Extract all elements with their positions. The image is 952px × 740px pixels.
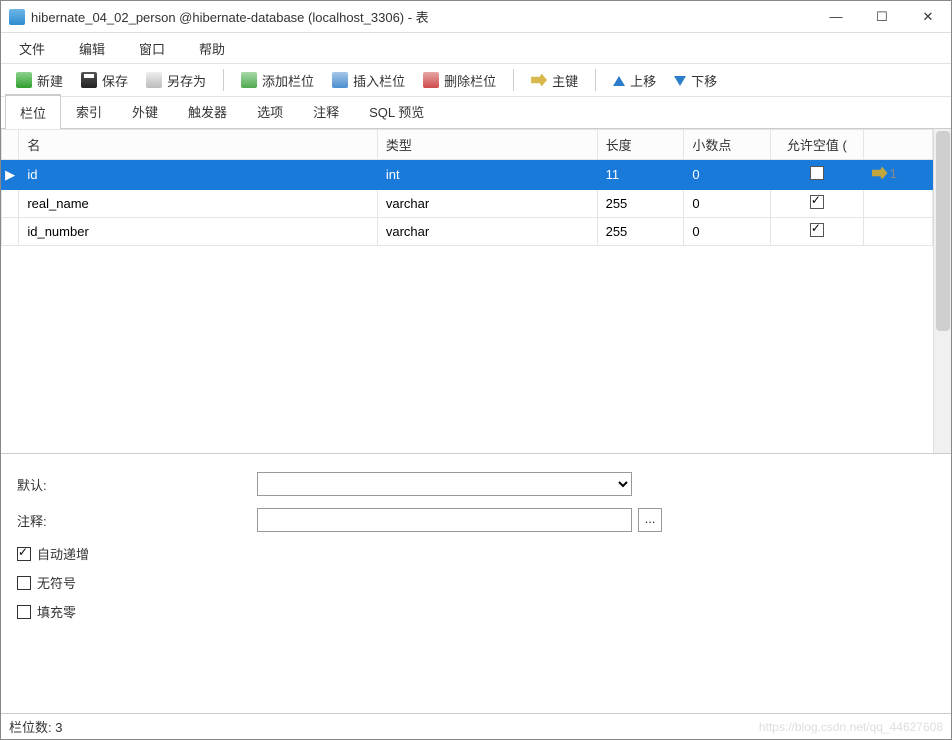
col-pk[interactable] xyxy=(863,130,932,160)
toolbar-separator xyxy=(513,69,514,91)
unsigned-label: 无符号 xyxy=(37,573,76,592)
zerofill-row[interactable]: 填充零 xyxy=(17,602,935,621)
col-name[interactable]: 名 xyxy=(19,130,378,160)
nullable-checkbox[interactable] xyxy=(810,195,824,209)
col-length[interactable]: 长度 xyxy=(597,130,684,160)
key-icon xyxy=(872,165,888,181)
cell-nullable[interactable] xyxy=(771,190,864,218)
unsigned-checkbox[interactable] xyxy=(17,576,31,590)
key-icon xyxy=(531,72,547,88)
zerofill-checkbox[interactable] xyxy=(17,605,31,619)
autoinc-checkbox[interactable] xyxy=(17,547,31,561)
saveas-button[interactable]: 另存为 xyxy=(139,68,213,93)
default-select[interactable] xyxy=(257,472,632,496)
vertical-scrollbar[interactable] xyxy=(933,129,951,453)
cell-length[interactable]: 255 xyxy=(597,218,684,246)
col-type[interactable]: 类型 xyxy=(377,130,597,160)
unsigned-row[interactable]: 无符号 xyxy=(17,573,935,592)
cell-decimals[interactable]: 0 xyxy=(684,218,771,246)
comment-more-button[interactable]: ... xyxy=(638,508,662,532)
app-icon xyxy=(9,9,25,25)
minimize-button[interactable]: — xyxy=(813,3,859,31)
nullable-checkbox[interactable] xyxy=(810,166,824,180)
primarykey-button[interactable]: 主键 xyxy=(524,68,585,93)
new-icon xyxy=(16,72,32,88)
cell-pk[interactable]: 1 xyxy=(863,160,932,190)
autoinc-label: 自动递增 xyxy=(37,544,89,563)
col-marker xyxy=(2,130,19,160)
scrollbar-thumb[interactable] xyxy=(936,131,950,331)
cell-length[interactable]: 255 xyxy=(597,190,684,218)
close-button[interactable]: ✕ xyxy=(905,3,951,31)
delete-field-icon xyxy=(423,72,439,88)
statusbar: 栏位数: 3 https://blog.csdn.net/qq_44627608 xyxy=(1,713,951,739)
nullable-checkbox[interactable] xyxy=(810,223,824,237)
fields-grid-wrap: 名 类型 长度 小数点 允许空值 ( ▶idint1101real_nameva… xyxy=(1,129,951,454)
row-marker xyxy=(2,218,19,246)
save-button[interactable]: 保存 xyxy=(74,68,135,93)
insert-field-icon xyxy=(332,72,348,88)
cell-nullable[interactable] xyxy=(771,160,864,190)
cell-name[interactable]: id_number xyxy=(19,218,378,246)
col-decimals[interactable]: 小数点 xyxy=(684,130,771,160)
watermark: https://blog.csdn.net/qq_44627608 xyxy=(759,720,943,734)
tab-triggers[interactable]: 触发器 xyxy=(173,94,242,128)
saveas-icon xyxy=(146,72,162,88)
tab-sqlpreview[interactable]: SQL 预览 xyxy=(354,94,439,128)
col-nullable[interactable]: 允许空值 ( xyxy=(771,130,864,160)
cell-pk[interactable] xyxy=(863,218,932,246)
comment-label: 注释: xyxy=(17,511,257,530)
menu-edit[interactable]: 编辑 xyxy=(71,35,113,62)
arrow-down-icon xyxy=(674,76,686,86)
tabstrip: 栏位 索引 外键 触发器 选项 注释 SQL 预览 xyxy=(1,97,951,129)
row-marker xyxy=(2,190,19,218)
row-marker: ▶ xyxy=(2,160,19,190)
moveup-button[interactable]: 上移 xyxy=(606,68,663,93)
toolbar: 新建 保存 另存为 添加栏位 插入栏位 删除栏位 主键 上移 下移 xyxy=(1,63,951,97)
cell-type[interactable]: int xyxy=(377,160,597,190)
field-properties: 默认: 注释: ... 自动递增 无符号 填充零 xyxy=(1,454,951,713)
cell-decimals[interactable]: 0 xyxy=(684,190,771,218)
menu-window[interactable]: 窗口 xyxy=(131,35,173,62)
field-count: 栏位数: 3 xyxy=(9,717,62,736)
menu-file[interactable]: 文件 xyxy=(11,35,53,62)
addcol-button[interactable]: 添加栏位 xyxy=(234,68,321,93)
cell-length[interactable]: 11 xyxy=(597,160,684,190)
menubar: 文件 编辑 窗口 帮助 xyxy=(1,33,951,63)
new-button[interactable]: 新建 xyxy=(9,68,70,93)
inscol-button[interactable]: 插入栏位 xyxy=(325,68,412,93)
movedown-button[interactable]: 下移 xyxy=(667,68,724,93)
zerofill-label: 填充零 xyxy=(37,602,76,621)
save-icon xyxy=(81,72,97,88)
autoinc-row[interactable]: 自动递增 xyxy=(17,544,935,563)
arrow-up-icon xyxy=(613,76,625,86)
cell-name[interactable]: real_name xyxy=(19,190,378,218)
default-label: 默认: xyxy=(17,475,257,494)
maximize-button[interactable]: ☐ xyxy=(859,3,905,31)
cell-type[interactable]: varchar xyxy=(377,190,597,218)
fields-grid[interactable]: 名 类型 长度 小数点 允许空值 ( ▶idint1101real_nameva… xyxy=(1,129,933,453)
comment-input[interactable] xyxy=(257,508,632,532)
tab-options[interactable]: 选项 xyxy=(242,94,298,128)
toolbar-separator xyxy=(595,69,596,91)
toolbar-separator xyxy=(223,69,224,91)
tab-fields[interactable]: 栏位 xyxy=(5,94,61,129)
cell-pk[interactable] xyxy=(863,190,932,218)
tab-foreign[interactable]: 外键 xyxy=(117,94,173,128)
table-row[interactable]: real_namevarchar2550 xyxy=(2,190,933,218)
table-row[interactable]: ▶idint110 1 xyxy=(2,160,933,190)
add-field-icon xyxy=(241,72,257,88)
window-title: hibernate_04_02_person @hibernate-databa… xyxy=(31,7,813,26)
titlebar: hibernate_04_02_person @hibernate-databa… xyxy=(1,1,951,33)
menu-help[interactable]: 帮助 xyxy=(191,35,233,62)
cell-type[interactable]: varchar xyxy=(377,218,597,246)
cell-name[interactable]: id xyxy=(19,160,378,190)
table-row[interactable]: id_numbervarchar2550 xyxy=(2,218,933,246)
tab-indexes[interactable]: 索引 xyxy=(61,94,117,128)
cell-nullable[interactable] xyxy=(771,218,864,246)
delcol-button[interactable]: 删除栏位 xyxy=(416,68,503,93)
tab-comment[interactable]: 注释 xyxy=(298,94,354,128)
cell-decimals[interactable]: 0 xyxy=(684,160,771,190)
